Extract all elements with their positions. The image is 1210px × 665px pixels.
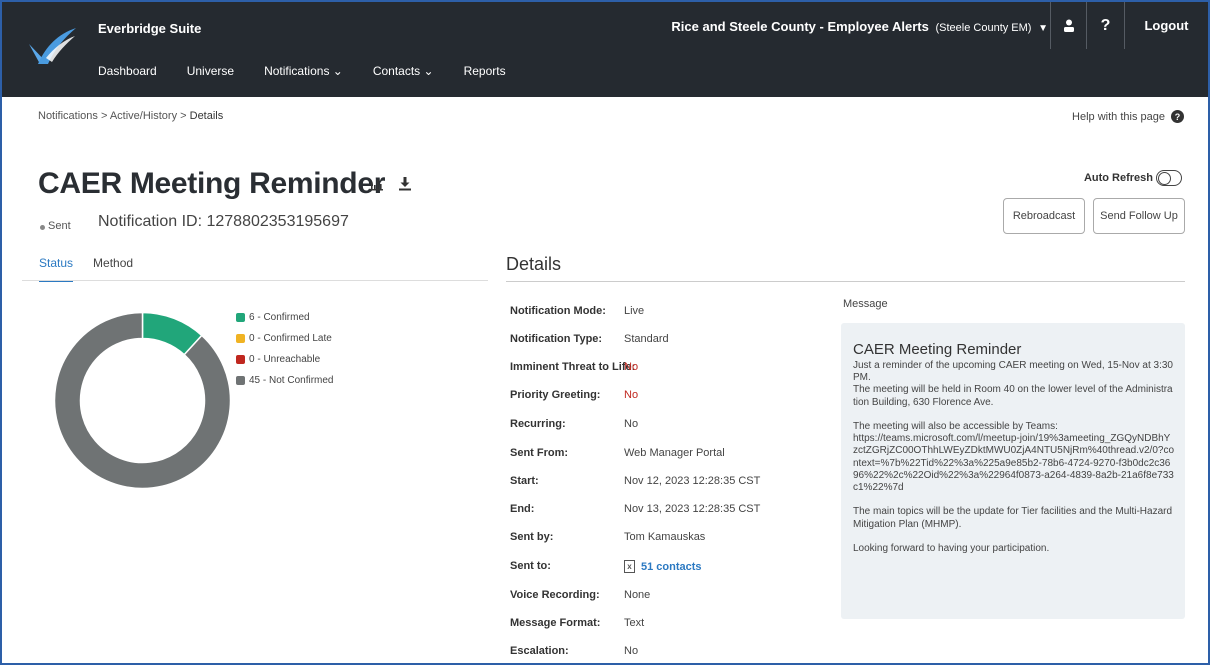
chevron-down-icon: ▼	[1038, 23, 1048, 34]
detail-label: Sent From:	[510, 447, 569, 459]
legend-label: 6 - Confirmed	[249, 312, 310, 323]
detail-label: Sent to:	[510, 560, 551, 572]
legend-label: 45 - Not Confirmed	[249, 375, 334, 386]
detail-label: Escalation:	[510, 645, 569, 657]
help-link-label: Help with this page	[1072, 110, 1165, 123]
detail-value: No	[624, 361, 639, 373]
brand-name: Everbridge Suite	[98, 21, 202, 36]
legend-swatch	[236, 313, 245, 322]
legend-swatch	[236, 334, 245, 343]
detail-value: Standard	[624, 333, 669, 345]
detail-label: Message Format:	[510, 617, 601, 629]
send-follow-up-button[interactable]: Send Follow Up	[1093, 198, 1185, 234]
auto-refresh-label: Auto Refresh	[1083, 172, 1153, 184]
detail-label: Notification Type:	[510, 333, 603, 345]
detail-value: Text	[624, 617, 645, 629]
breadcrumb-path[interactable]: Notifications > Active/History >	[38, 110, 190, 122]
notification-id: Notification ID: 1278802353195697	[98, 213, 349, 230]
rebroadcast-button[interactable]: Rebroadcast	[1003, 198, 1085, 234]
tab-divider	[22, 280, 488, 281]
user-profile-button[interactable]	[1050, 2, 1086, 49]
nav-contacts[interactable]: Contacts ⌄	[373, 64, 434, 78]
detail-value: Nov 13, 2023 12:28:35 CST	[624, 503, 761, 515]
breadcrumb: Notifications > Active/History > Details	[38, 110, 223, 122]
top-header: Everbridge Suite Rice and Steele County …	[2, 2, 1208, 97]
details-divider	[506, 281, 1185, 282]
question-mark-icon: ?	[1100, 16, 1111, 34]
org-subname: (Steele County EM)	[935, 22, 1032, 34]
detail-label: Sent by:	[510, 531, 554, 543]
contacts-link[interactable]: x 51 contacts	[624, 560, 702, 573]
detail-label: Notification Mode:	[510, 305, 606, 317]
logout-button[interactable]: Logout	[1124, 2, 1208, 49]
detail-label: End:	[510, 503, 535, 515]
contacts-count: 51 contacts	[641, 560, 702, 573]
tab-status[interactable]: Status	[39, 256, 74, 282]
legend-swatch	[236, 355, 245, 364]
page-title: CAER Meeting Reminder	[38, 167, 386, 200]
bar-chart-icon[interactable]	[369, 177, 383, 191]
detail-value: Tom Kamauskas	[624, 531, 706, 543]
org-selector[interactable]: Rice and Steele County - Employee Alerts…	[671, 19, 1048, 34]
status-donut-chart	[54, 312, 231, 489]
status-dot-icon	[40, 225, 45, 230]
legend-label: 0 - Confirmed Late	[249, 333, 332, 344]
details-heading: Details	[506, 254, 562, 274]
nav-universe[interactable]: Universe	[187, 64, 234, 78]
app-frame: Everbridge Suite Rice and Steele County …	[0, 0, 1210, 665]
excel-file-icon: x	[624, 560, 635, 573]
detail-value: Live	[624, 305, 645, 317]
legend-item-unreachable[interactable]: 0 - Unreachable	[236, 349, 333, 370]
nav-notifications[interactable]: Notifications ⌄	[264, 64, 343, 78]
detail-label: Priority Greeting:	[510, 389, 601, 401]
detail-value: No	[624, 418, 639, 430]
auto-refresh-toggle[interactable]	[1156, 170, 1182, 186]
detail-label: Imminent Threat to Life:	[510, 361, 636, 373]
message-title: CAER Meeting Reminder	[853, 341, 1022, 358]
tab-method[interactable]: Method	[93, 256, 133, 282]
status-tabs: Status Method	[39, 256, 153, 282]
legend-label: 0 - Unreachable	[249, 354, 321, 365]
message-box: CAER Meeting Reminder Just a reminder of…	[841, 323, 1185, 619]
donut-slice-not-confirmed[interactable]	[54, 312, 231, 489]
detail-label: Voice Recording:	[510, 589, 600, 601]
status-label: Sent	[48, 220, 71, 232]
detail-value: Web Manager Portal	[624, 447, 725, 459]
nav-dashboard[interactable]: Dashboard	[98, 64, 157, 78]
detail-value: None	[624, 589, 651, 601]
breadcrumb-current: Details	[189, 110, 224, 122]
help-button[interactable]: ?	[1086, 2, 1124, 49]
chart-legend: 6 - Confirmed 0 - Confirmed Late 0 - Unr…	[236, 307, 333, 391]
detail-label: Start:	[510, 475, 539, 487]
download-icon[interactable]	[399, 177, 411, 191]
help-with-page-link[interactable]: Help with this page ?	[1072, 110, 1184, 123]
title-actions	[369, 177, 411, 191]
main-nav: Dashboard Universe Notifications ⌄ Conta…	[98, 64, 536, 78]
org-name: Rice and Steele County - Employee Alerts	[671, 19, 929, 34]
detail-label: Recurring:	[510, 418, 566, 430]
nav-reports[interactable]: Reports	[464, 64, 506, 78]
legend-item-confirmed-late[interactable]: 0 - Confirmed Late	[236, 328, 333, 349]
legend-item-confirmed[interactable]: 6 - Confirmed	[236, 307, 333, 328]
detail-value: No	[624, 389, 639, 401]
detail-value: Nov 12, 2023 12:28:35 CST	[624, 475, 761, 487]
legend-swatch	[236, 376, 245, 385]
help-circle-icon: ?	[1171, 110, 1184, 123]
user-icon	[1063, 19, 1074, 32]
legend-item-not-confirmed[interactable]: 45 - Not Confirmed	[236, 370, 333, 391]
message-label: Message	[843, 298, 888, 310]
message-body: Just a reminder of the upcoming CAER mee…	[853, 360, 1175, 555]
auto-refresh-control[interactable]: Auto Refresh	[1084, 170, 1182, 186]
everbridge-logo-icon[interactable]	[26, 24, 78, 70]
detail-value: No	[624, 645, 639, 657]
